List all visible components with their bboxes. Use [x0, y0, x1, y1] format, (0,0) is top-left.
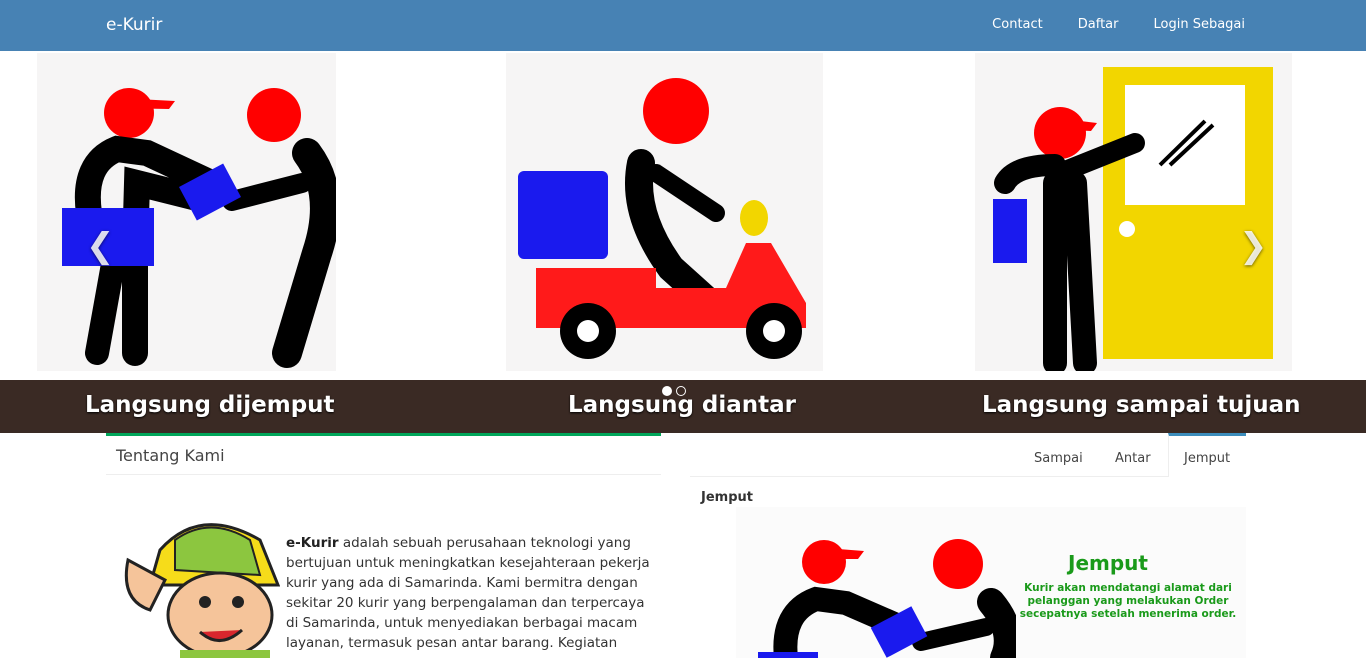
caption-dijemput: Langsung dijemput — [85, 392, 335, 418]
carousel-image-delivery — [506, 53, 823, 371]
about-brand-bold: e-Kurir — [286, 535, 339, 551]
jemput-card-description: Kurir akan mendatangi alamat dari pelang… — [1019, 582, 1237, 620]
service-tabs: Sampai Antar Jemput — [690, 433, 1246, 477]
caption-sampai-tujuan: Langsung sampai tujuan — [982, 392, 1301, 418]
about-body-text: adalah sebuah perusahaan teknologi yang … — [286, 535, 650, 651]
courier-on-scooter-illustration — [518, 78, 806, 359]
carousel-image-arrival — [975, 53, 1292, 375]
jemput-card-illustration — [758, 539, 1022, 658]
tab-jemput[interactable]: Jemput — [1184, 451, 1230, 466]
tab-panel-heading: Jemput — [701, 490, 753, 505]
chevron-left-icon[interactable]: ❮ — [86, 226, 115, 266]
chevron-right-icon[interactable]: ❯ — [1239, 226, 1268, 266]
brand-logo[interactable]: e-Kurir — [106, 15, 162, 35]
carousel-indicator-2[interactable] — [676, 386, 686, 396]
about-title: Tentang Kami — [116, 446, 225, 465]
courier-mascot-illustration — [124, 523, 280, 658]
navbar: e-Kurir Contact Daftar Login Sebagai — [0, 0, 1366, 51]
courier-handing-package-illustration — [62, 88, 340, 368]
nav-contact-link[interactable]: Contact — [992, 17, 1043, 32]
tab-sampai[interactable]: Sampai — [1034, 451, 1083, 466]
carousel-indicator-1[interactable] — [662, 386, 672, 396]
nav-daftar-link[interactable]: Daftar — [1078, 17, 1119, 32]
nav-login-link[interactable]: Login Sebagai — [1153, 17, 1245, 32]
carousel: Langsung dijemput Langsung diantar Langs… — [0, 51, 1366, 433]
carousel-image-pickup — [37, 53, 340, 371]
nav-links: Contact Daftar Login Sebagai — [957, 17, 1245, 32]
tab-antar[interactable]: Antar — [1115, 451, 1151, 466]
courier-knocking-door-illustration — [993, 67, 1273, 375]
about-header: Tentang Kami — [106, 433, 661, 475]
about-description: e-Kurir adalah sebuah perusahaan teknolo… — [286, 533, 658, 653]
carousel-indicators — [662, 386, 686, 396]
jemput-card-title: Jemput — [1068, 551, 1148, 575]
